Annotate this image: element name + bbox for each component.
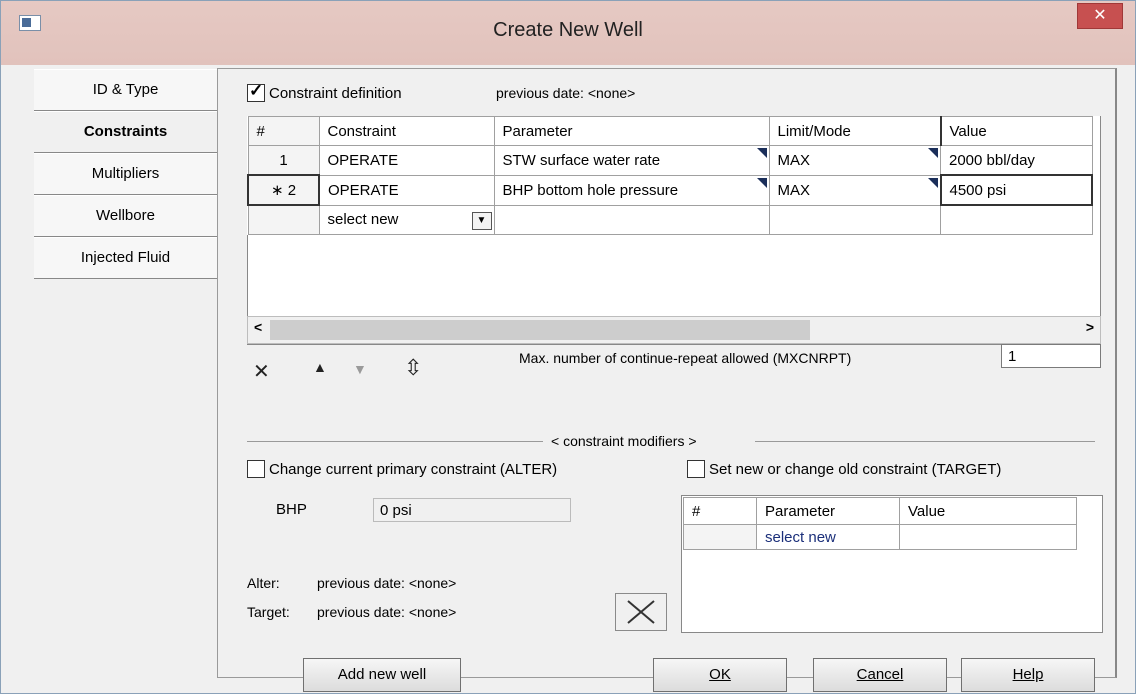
modifiers-divider-left [247,441,543,442]
target-checkbox[interactable] [687,460,705,478]
bhp-label: BHP [276,501,307,518]
select-new-text: select new [327,211,399,229]
target-prev-value: previous date: <none> [317,604,457,620]
close-button[interactable]: ✕ [1077,3,1123,29]
help-button[interactable]: Help [961,658,1095,692]
target-label: Set new or change old constraint (TARGET… [709,461,1002,478]
constraint-previous-date: previous date: <none> [496,85,636,101]
tab-wellbore[interactable]: Wellbore [34,195,217,237]
dropdown-corner-icon [756,177,767,188]
row-number: 1 [247,145,320,176]
max-repeat-input[interactable]: 1 [1001,344,1101,368]
select-new-combo[interactable]: select new ▼ [318,204,495,235]
header-limit-mode: Limit/Mode [768,116,941,146]
modifiers-title: < constraint modifiers > [551,433,697,449]
target-header-value: Value [899,497,1077,525]
create-new-well-dialog: Create New Well ✕ ID & Type Constraints … [0,0,1136,694]
constraint-grid: # Constraint Parameter Limit/Mode Value … [247,116,1093,235]
cell-empty[interactable] [768,204,941,235]
constraint-definition-label: Constraint definition [269,85,402,102]
table-row[interactable]: ∗ 2 OPERATE BHP bottom hole pressure MAX… [247,174,1093,206]
target-select-new[interactable]: select new [756,524,900,550]
alter-checkbox[interactable] [247,460,265,478]
header-constraint: Constraint [318,116,495,146]
target-value-empty[interactable] [899,524,1077,550]
tab-constraints[interactable]: Constraints [34,111,217,153]
header-value: Value [939,116,1093,146]
row-number-empty [247,204,320,235]
target-prev-label: Target: [247,604,290,620]
ok-button[interactable]: OK [653,658,787,692]
move-down-icon[interactable]: ▼ [353,361,367,377]
tab-list: ID & Type Constraints Multipliers Wellbo… [34,69,217,279]
cell-empty[interactable] [940,204,1093,235]
cell-value[interactable]: 2000 bbl/day [940,145,1093,176]
cell-constraint[interactable]: OPERATE [318,145,495,176]
tab-injected-fluid[interactable]: Injected Fluid [34,237,217,279]
target-header-parameter: Parameter [756,497,900,525]
clear-modifiers-button[interactable] [615,593,667,631]
horizontal-scrollbar[interactable]: < > [247,316,1101,344]
constraint-definition-checkbox[interactable] [247,81,265,102]
cell-parameter-text: BHP bottom hole pressure [502,181,679,199]
alter-prev-label: Alter: [247,575,280,591]
cancel-label: Cancel [856,666,904,683]
cell-parameter-text: STW surface water rate [502,151,661,169]
table-row-new[interactable]: select new ▼ [247,204,1093,235]
sort-icon[interactable]: ⇳ [404,355,422,381]
row-number: ∗ 2 [247,174,320,206]
cell-parameter[interactable]: STW surface water rate [493,145,770,176]
target-row-number-empty [683,524,757,550]
header-parameter: Parameter [493,116,770,146]
grid-header-row: # Constraint Parameter Limit/Mode Value [247,116,1093,146]
modifiers-divider-right [755,441,1095,442]
cell-limit[interactable]: MAX [768,174,941,206]
ok-label: OK [709,666,731,683]
dropdown-corner-icon [756,148,767,158]
scroll-left-icon[interactable]: < [254,319,262,335]
cell-empty[interactable] [493,204,770,235]
target-grid: # Parameter Value select new [683,497,1077,550]
target-grid-header: # Parameter Value [683,497,1077,525]
dropdown-corner-icon [927,177,938,188]
table-row[interactable]: 1 OPERATE STW surface water rate MAX 200… [247,145,1093,176]
bhp-input[interactable]: 0 psi [373,498,571,522]
cell-limit-text: MAX [777,151,811,169]
tab-id-type[interactable]: ID & Type [34,69,217,111]
alter-prev-value: previous date: <none> [317,575,457,591]
tab-multipliers[interactable]: Multipliers [34,153,217,195]
delete-row-icon[interactable]: ✕ [253,359,270,384]
max-repeat-label: Max. number of continue-repeat allowed (… [519,350,852,366]
target-grid-new-row[interactable]: select new [683,524,1077,550]
title-bar: Create New Well ✕ [1,1,1135,65]
cancel-button[interactable]: Cancel [813,658,947,692]
dropdown-arrow-icon[interactable]: ▼ [471,211,492,230]
help-label: Help [1012,666,1044,683]
target-header-num: # [683,497,757,525]
cell-value[interactable]: 4500 psi [939,174,1093,206]
move-up-icon[interactable]: ▲ [313,359,327,375]
clear-icon [627,600,655,624]
cell-limit-text: MAX [777,181,811,199]
header-num: # [247,116,320,146]
cell-parameter[interactable]: BHP bottom hole pressure [493,174,770,206]
scroll-right-icon[interactable]: > [1086,319,1094,335]
cell-constraint[interactable]: OPERATE [318,174,495,206]
window-title: Create New Well [493,19,643,41]
dropdown-corner-icon [928,148,938,158]
alter-label: Change current primary constraint (ALTER… [269,461,558,478]
add-new-well-button[interactable]: Add new well [303,658,461,692]
cell-limit[interactable]: MAX [768,145,941,176]
scrollbar-thumb[interactable] [270,320,810,340]
